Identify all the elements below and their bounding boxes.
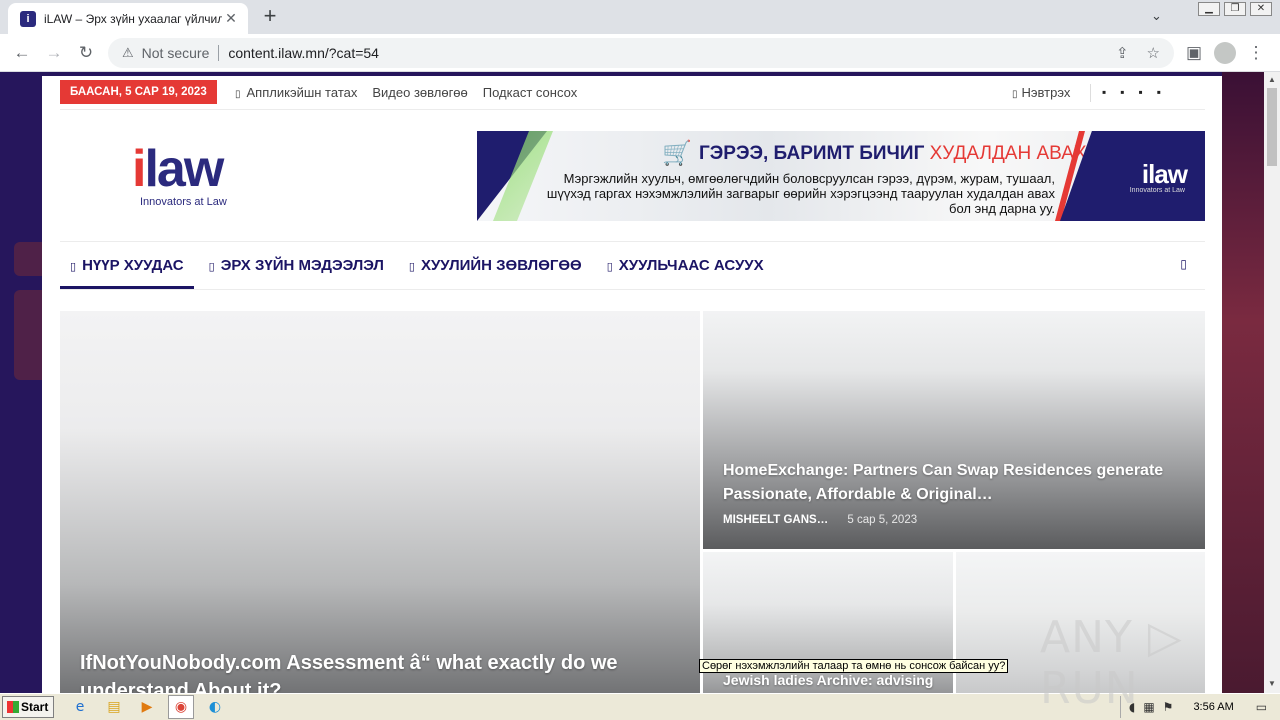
social-icons: ▪ ▪ ▪ ▪	[1102, 85, 1161, 99]
top-link-app[interactable]: ▯ Аппликэйшн татах	[235, 85, 357, 100]
article-meta: MISHEELT GANS… 5 сар 5, 2023	[723, 514, 917, 526]
minimize-button[interactable]: ▁	[1198, 2, 1220, 16]
featured-articles: IfNotYouNobody.com Assessment â“ what ex…	[60, 311, 1205, 693]
back-arrow-icon[interactable]: ←	[10, 42, 34, 64]
banner-title: ГЭРЭЭ, БАРИМТ БИЧИГ ХУДАЛДАН АВАХ	[699, 143, 1087, 165]
address-divider	[218, 45, 220, 61]
nav-item-home[interactable]: ▯ НҮҮР ХУУДАС	[60, 242, 194, 289]
logo-wordmark: ilaw	[132, 143, 262, 195]
instagram-icon[interactable]: ▪	[1139, 85, 1143, 99]
tab-search-chevron-icon[interactable]: ⌄	[1151, 8, 1162, 24]
banner-logo: ilaw	[1141, 159, 1188, 189]
close-window-button[interactable]: ✕	[1250, 2, 1272, 16]
page-viewport: БААСАН, 5 САР 19, 2023 ▯ Аппликэйшн татах…	[0, 72, 1264, 693]
nav-info-icon: ▯	[208, 260, 215, 273]
twitter-icon[interactable]: ▪	[1120, 85, 1124, 99]
nav-item-legal-advice-label[interactable]: ХУУЛИЙН ЗӨВЛӨГӨӨ	[421, 257, 582, 274]
logo-letter-i: i	[132, 140, 147, 198]
warning-triangle-icon[interactable]: ⚠	[122, 45, 134, 61]
top-bar-divider	[1090, 84, 1091, 102]
edge-icon[interactable]: ◐	[205, 697, 225, 717]
media-player-icon[interactable]: ▶	[137, 697, 157, 717]
url-text[interactable]: content.ilaw.mn/?cat=54	[228, 45, 1098, 61]
browser-toolbar: ← → ↻ ⚠ Not secure content.ilaw.mn/?cat=…	[0, 34, 1280, 72]
article-card-featured[interactable]: IfNotYouNobody.com Assessment â“ what ex…	[60, 311, 700, 693]
background-left-decoration	[14, 290, 42, 380]
date-badge: БААСАН, 5 САР 19, 2023	[60, 80, 217, 104]
page-container: БААСАН, 5 САР 19, 2023 ▯ Аппликэйшн татах…	[42, 76, 1222, 693]
nav-item-home-label[interactable]: НҮҮР ХУУДАС	[82, 257, 184, 274]
ad-banner[interactable]: 🛒 ГЭРЭЭ, БАРИМТ БИЧИГ ХУДАЛДАН АВАХ Мэрг…	[477, 131, 1205, 221]
user-icon: ▯	[1012, 89, 1018, 100]
article-title[interactable]: Jewish ladies Archive: advising	[723, 670, 943, 690]
nav-home-icon: ▯	[70, 260, 77, 273]
login-link[interactable]: ▯ Нэвтрэх	[1012, 85, 1070, 100]
background-left-decoration	[14, 242, 42, 276]
address-bar[interactable]: ⚠ Not secure content.ilaw.mn/?cat=54 ⇪ ☆	[108, 38, 1174, 68]
login-label[interactable]: Нэвтрэх	[1022, 85, 1071, 100]
nav-advice-icon: ▯	[408, 260, 415, 273]
facebook-icon[interactable]: ▪	[1102, 85, 1106, 99]
top-bar: БААСАН, 5 САР 19, 2023 ▯ Аппликэйшн татах…	[60, 80, 1205, 110]
main-navigation: ▯ НҮҮР ХУУДАС ▯ ЭРХ ЗҮЙН МЭДЭЭЛЭЛ ▯ ХУУЛИЙН…	[60, 241, 1205, 290]
not-secure-label[interactable]: Not secure	[142, 45, 210, 61]
search-icon[interactable]: ▯	[1180, 257, 1187, 271]
top-link-app-label[interactable]: Аппликэйшн татах	[247, 85, 358, 100]
side-panel-icon[interactable]: ▣	[1182, 42, 1206, 64]
nav-item-ask-lawyer[interactable]: ▯ ХУУЛЬЧААС АСУУХ	[597, 242, 774, 289]
browser-tab-active[interactable]: i iLAW – Эрх зүйн ухаалаг үйлчилгээ ✕	[8, 3, 248, 34]
browser-menu-icon[interactable]: ⋮	[1244, 42, 1268, 64]
scrollbar-thumb[interactable]	[1267, 88, 1277, 166]
windows-flag-icon	[7, 701, 19, 713]
profile-avatar-icon[interactable]	[1214, 42, 1236, 64]
tab-strip: i iLAW – Эрх зүйн ухаалаг үйлчилгээ ✕ + …	[0, 0, 1280, 34]
start-button[interactable]: Start	[2, 696, 54, 718]
top-link-video[interactable]: Видео зөвлөгөө	[372, 85, 467, 100]
nav-item-legal-info[interactable]: ▯ ЭРХ ЗҮЙН МЭДЭЭЛЭЛ	[199, 242, 394, 289]
nav-item-legal-info-label[interactable]: ЭРХ ЗҮЙН МЭДЭЭЛЭЛ	[221, 257, 384, 274]
article-author[interactable]: MISHEELT GANS…	[723, 514, 828, 526]
restore-button[interactable]: ❐	[1224, 2, 1246, 16]
shopping-cart-icon: 🛒	[662, 139, 692, 167]
top-link-podcast-label[interactable]: Подкаст сонсох	[483, 85, 577, 100]
banner-description: Мэргэжлийн хуульч, өмгөөлөгчдийн боловср…	[546, 171, 1055, 216]
chrome-icon[interactable]: ◉	[171, 697, 191, 717]
banner-title-accent: ХУДАЛДАН АВАХ	[929, 143, 1087, 164]
new-tab-button[interactable]: +	[258, 5, 282, 29]
window-controls: ▁ ❐ ✕	[1198, 2, 1272, 16]
page-scrollbar[interactable]: ▲ ▼	[1264, 72, 1280, 693]
logo-letters: law	[144, 140, 224, 198]
youtube-icon[interactable]: ▪	[1157, 85, 1161, 99]
site-favicon-icon: i	[20, 10, 36, 27]
top-link-podcast[interactable]: Подкаст сонсох	[483, 85, 577, 100]
share-icon[interactable]: ⇪	[1116, 44, 1129, 62]
mobile-icon: ▯	[235, 89, 241, 100]
tab-title: iLAW – Эрх зүйн ухаалаг үйлчилгээ	[44, 11, 222, 26]
tooltip: Сөрөг нэхэмжлэлийн талаар та өмнө нь сон…	[699, 659, 1009, 673]
file-explorer-icon[interactable]: ▤	[104, 697, 124, 717]
banner-logo-tagline: Innovators at Law	[1129, 187, 1185, 194]
article-title[interactable]: HomeExchange: Partners Can Swap Residenc…	[723, 459, 1193, 507]
site-logo[interactable]: ilaw Innovators at Law	[132, 143, 262, 208]
top-link-video-label[interactable]: Видео зөвлөгөө	[372, 85, 467, 100]
close-tab-icon[interactable]: ✕	[222, 10, 240, 27]
anyrun-watermark: ANY ▷ RUN	[1040, 612, 1183, 714]
article-title[interactable]: IfNotYouNobody.com Assessment â“ what ex…	[80, 649, 680, 693]
logo-tagline: Innovators at Law	[140, 196, 227, 208]
article-card-secondary[interactable]: HomeExchange: Partners Can Swap Residenc…	[703, 311, 1205, 549]
bookmark-star-icon[interactable]: ☆	[1147, 44, 1160, 62]
top-links: ▯ Аппликэйшн татах Видео зөвлөгөө Подкаст…	[235, 85, 577, 100]
banner-title-main: ГЭРЭЭ, БАРИМТ БИЧИГ	[699, 143, 930, 164]
scroll-up-arrow-icon[interactable]: ▲	[1268, 75, 1276, 84]
article-date: 5 сар 5, 2023	[847, 514, 918, 526]
start-label[interactable]: Start	[21, 700, 48, 714]
nav-ask-icon: ▯	[606, 260, 613, 273]
forward-arrow-icon[interactable]: →	[42, 42, 66, 64]
nav-item-ask-lawyer-label[interactable]: ХУУЛЬЧААС АСУУХ	[619, 257, 764, 274]
internet-explorer-icon[interactable]: e	[70, 697, 90, 717]
nav-item-legal-advice[interactable]: ▯ ХУУЛИЙН ЗӨВЛӨГӨӨ	[399, 242, 592, 289]
reload-icon[interactable]: ↻	[74, 42, 98, 64]
background-right-decoration	[1222, 72, 1264, 693]
